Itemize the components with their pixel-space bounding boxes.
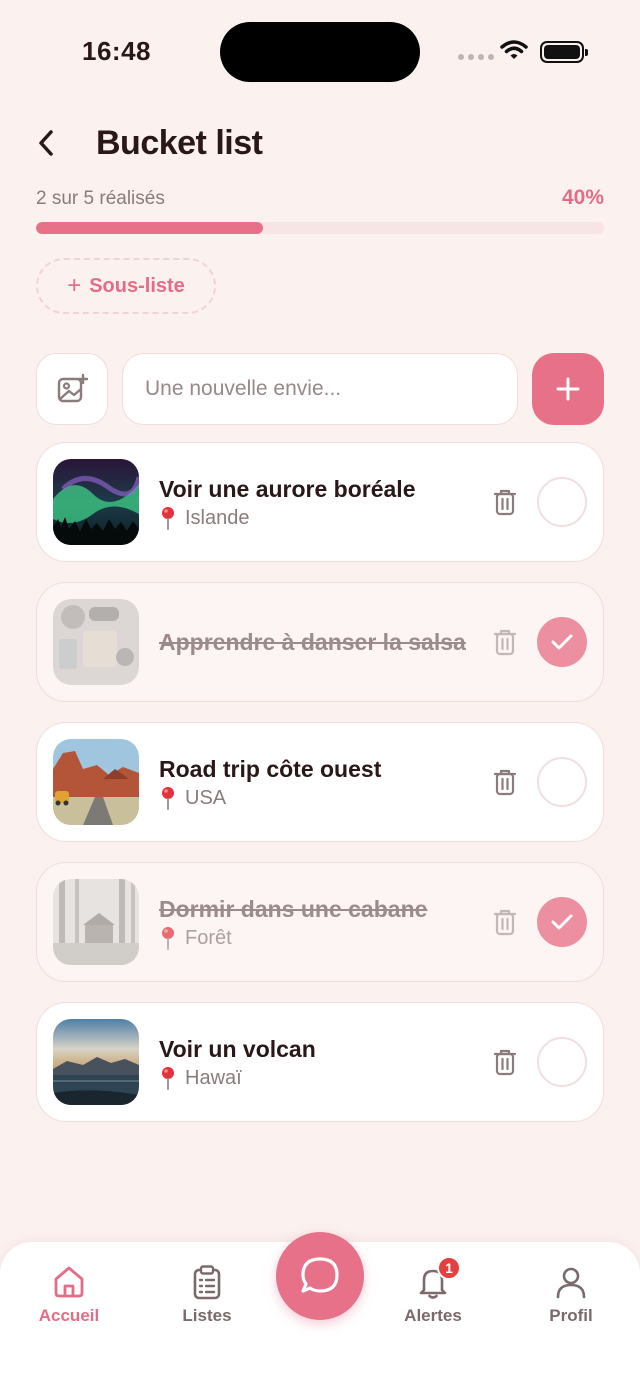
tab-alertes[interactable]: 1 Alertes bbox=[378, 1256, 488, 1326]
wifi-icon bbox=[500, 40, 528, 59]
bucket-list: Voir une aurore boréale Islande Apprendr… bbox=[36, 442, 604, 1142]
notification-badge: 1 bbox=[437, 1256, 461, 1280]
chat-button[interactable] bbox=[276, 1232, 364, 1320]
add-image-icon bbox=[57, 373, 88, 403]
desert-road-photo bbox=[53, 739, 139, 825]
list-item[interactable]: Voir une aurore boréale Islande bbox=[36, 442, 604, 562]
tab-label: Listes bbox=[182, 1306, 232, 1325]
add-sublist-button[interactable]: + Sous-liste bbox=[36, 258, 216, 314]
add-image-button[interactable] bbox=[36, 353, 108, 425]
status-time: 16:48 bbox=[82, 36, 151, 66]
delete-button[interactable] bbox=[485, 762, 525, 802]
trash-icon bbox=[493, 629, 517, 656]
complete-checkbox[interactable] bbox=[537, 1037, 587, 1087]
item-title: Apprendre à danser la salsa bbox=[159, 629, 466, 655]
item-location: Islande bbox=[159, 506, 475, 530]
header: Bucket list bbox=[36, 118, 604, 168]
location-pin-icon bbox=[162, 1067, 174, 1090]
add-sublist-label: Sous-liste bbox=[89, 274, 185, 297]
trash-icon bbox=[493, 769, 517, 796]
trash-icon bbox=[493, 1049, 517, 1076]
list-item[interactable]: Apprendre à danser la salsa bbox=[36, 582, 604, 702]
plus-icon bbox=[556, 377, 580, 401]
plus-icon: + bbox=[67, 272, 82, 299]
back-button[interactable] bbox=[36, 120, 76, 166]
item-thumbnail bbox=[53, 1019, 139, 1105]
item-title: Dormir dans une cabane bbox=[159, 896, 428, 922]
new-item-row bbox=[36, 353, 604, 425]
delete-button[interactable] bbox=[485, 902, 525, 942]
trash-icon bbox=[493, 909, 517, 936]
tab-profil[interactable]: Profil bbox=[516, 1264, 626, 1326]
checkmark-icon bbox=[551, 914, 573, 930]
item-location-text: USA bbox=[185, 786, 227, 809]
progress-text: 2 sur 5 réalisés bbox=[36, 188, 165, 209]
complete-checkbox[interactable] bbox=[537, 757, 587, 807]
forest-cabin-photo bbox=[53, 879, 139, 965]
list-item[interactable]: Voir un volcan Hawaï bbox=[36, 1002, 604, 1122]
progress-percent: 40% bbox=[561, 186, 604, 209]
trash-icon bbox=[493, 489, 517, 516]
tab-label: Accueil bbox=[38, 1306, 100, 1325]
page-title: Bucket list bbox=[96, 123, 263, 162]
item-location: Hawaï bbox=[159, 1066, 475, 1090]
progress-bar bbox=[36, 222, 604, 234]
item-thumbnail bbox=[53, 739, 139, 825]
item-title: Road trip côte ouest bbox=[159, 756, 382, 782]
dance-items-photo bbox=[53, 599, 139, 685]
user-icon bbox=[556, 1267, 586, 1299]
item-thumbnail bbox=[53, 599, 139, 685]
item-thumbnail bbox=[53, 459, 139, 545]
item-location: Forêt bbox=[159, 926, 475, 950]
complete-checkbox[interactable] bbox=[537, 477, 587, 527]
delete-button[interactable] bbox=[485, 1042, 525, 1082]
complete-checkbox[interactable] bbox=[537, 897, 587, 947]
tab-label: Profil bbox=[549, 1306, 593, 1325]
list-item[interactable]: Road trip côte ouest USA bbox=[36, 722, 604, 842]
item-location: USA bbox=[159, 786, 475, 810]
cellular-signal-icon bbox=[458, 54, 494, 60]
item-thumbnail bbox=[53, 879, 139, 965]
add-item-button[interactable] bbox=[532, 353, 604, 425]
clipboard-icon bbox=[193, 1265, 221, 1300]
chat-bubble-icon bbox=[301, 1257, 339, 1293]
aurora-photo bbox=[53, 459, 139, 545]
tab-label: Alertes bbox=[404, 1306, 462, 1325]
status-bar: 16:48 bbox=[0, 0, 640, 100]
item-location-text: Hawaï bbox=[185, 1066, 242, 1089]
chevron-left-icon bbox=[39, 130, 53, 156]
item-title: Voir un volcan bbox=[159, 1036, 316, 1062]
tab-accueil[interactable]: Accueil bbox=[14, 1264, 124, 1326]
item-location-text: Islande bbox=[185, 506, 250, 529]
dynamic-island bbox=[220, 22, 420, 82]
home-icon bbox=[54, 1266, 84, 1298]
checkmark-icon bbox=[551, 634, 573, 650]
location-pin-icon bbox=[162, 507, 174, 530]
tab-listes[interactable]: Listes bbox=[152, 1264, 262, 1326]
battery-icon bbox=[540, 41, 588, 63]
complete-checkbox[interactable] bbox=[537, 617, 587, 667]
list-item[interactable]: Dormir dans une cabane Forêt bbox=[36, 862, 604, 982]
progress-bar-fill bbox=[36, 222, 264, 234]
delete-button[interactable] bbox=[485, 482, 525, 522]
item-location-text: Forêt bbox=[185, 926, 232, 949]
location-pin-icon bbox=[162, 787, 174, 810]
item-title: Voir une aurore boréale bbox=[159, 476, 416, 502]
location-pin-icon bbox=[162, 927, 174, 950]
volcano-lake-photo bbox=[53, 1019, 139, 1105]
progress-summary: 2 sur 5 réalisés 40% bbox=[36, 186, 604, 210]
delete-button[interactable] bbox=[485, 622, 525, 662]
new-item-input[interactable] bbox=[122, 353, 518, 425]
